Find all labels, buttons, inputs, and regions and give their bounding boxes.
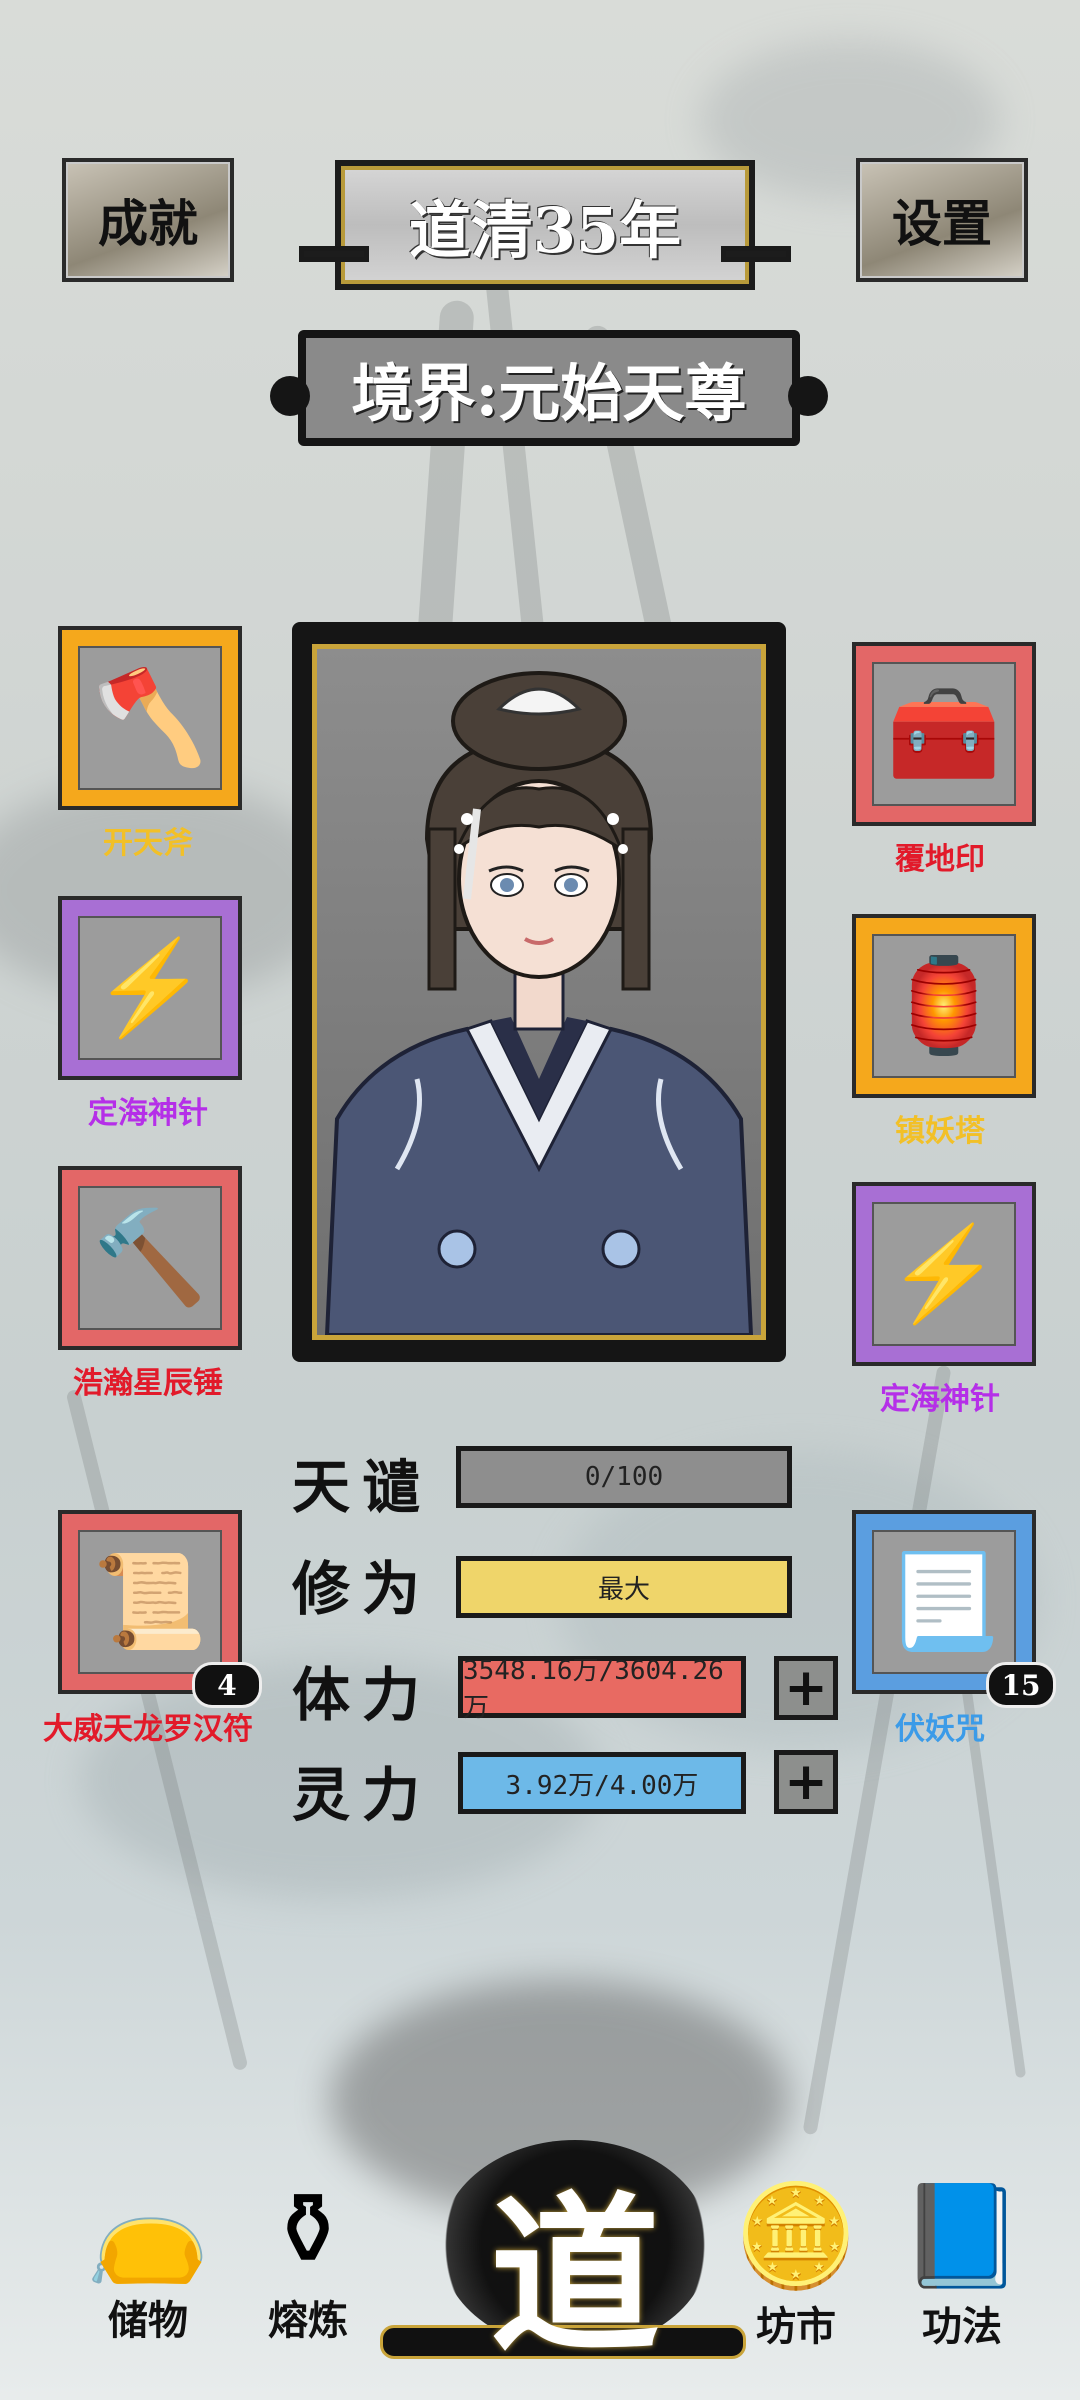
coins-icon: 🪙 bbox=[733, 2177, 859, 2294]
achievements-label: 成就 bbox=[98, 194, 198, 253]
nav-skills-label: 功法 bbox=[922, 2303, 1002, 2350]
lightning-spear-icon: ⚡ bbox=[886, 1220, 1002, 1327]
lingli-bar: 3.92万/4.00万 bbox=[458, 1752, 746, 1814]
xiuwei-value: 最大 bbox=[597, 1574, 650, 1605]
equip-slot-right-2[interactable]: 🏮 bbox=[852, 914, 1036, 1098]
settings-button[interactable]: 设置 bbox=[856, 158, 1028, 282]
equip-label-right-1: 覆地印 bbox=[895, 842, 985, 877]
achievements-button[interactable]: 成就 bbox=[62, 158, 234, 282]
equip-label-right-2: 镇妖塔 bbox=[895, 1114, 985, 1149]
lightning-spear-icon: ⚡ bbox=[92, 934, 208, 1041]
lingli-value: 3.92万/4.00万 bbox=[505, 1770, 699, 1801]
equip-slot-left-3[interactable]: 🔨 bbox=[58, 1166, 242, 1350]
dao-label: 道 bbox=[489, 2176, 660, 2376]
realm-plaque: 境界:元始天尊 bbox=[270, 330, 828, 446]
equip-slot-right-3[interactable]: ⚡ bbox=[852, 1182, 1036, 1366]
equip-slot-right-4[interactable]: 📃 15 bbox=[852, 1510, 1056, 1708]
lingli-plus-button[interactable]: + bbox=[774, 1750, 838, 1814]
tili-bar: 3548.16万/3604.26万 bbox=[458, 1656, 746, 1723]
tianqian-value: 0/100 bbox=[584, 1462, 664, 1492]
nav-market-label: 坊市 bbox=[756, 2303, 836, 2350]
equip-slot-left-2[interactable]: ⚡ bbox=[58, 896, 242, 1080]
xiuwei-bar: 最大 bbox=[456, 1556, 792, 1618]
year-plaque: 道清35年 bbox=[299, 160, 791, 290]
pagoda-lantern-icon: 🏮 bbox=[886, 952, 1002, 1059]
equip-slot-left-4[interactable]: 📜 4 bbox=[58, 1510, 262, 1708]
hammer-icon: 🔨 bbox=[92, 1204, 208, 1311]
talisman-scroll-icon: 📜 bbox=[92, 1548, 208, 1655]
realm-cap-right bbox=[788, 376, 828, 416]
year-title: 道清35年 bbox=[408, 194, 682, 267]
tianqian-bar: 0/100 bbox=[456, 1446, 792, 1508]
bag-icon: 👝 bbox=[85, 2171, 211, 2288]
settings-label: 设置 bbox=[892, 194, 992, 253]
stat-label-lingli: 灵力 bbox=[292, 1761, 433, 1829]
equip-slot-right-1[interactable]: 🧰 bbox=[852, 642, 1036, 826]
treasure-seal-icon: 🧰 bbox=[886, 680, 1002, 787]
equip-label-left-1: 开天斧 bbox=[103, 826, 193, 861]
equip-label-right-4: 伏妖咒 bbox=[895, 1712, 985, 1747]
cauldron-icon: ⚱ bbox=[266, 2171, 350, 2288]
battle-axe-icon: 🪓 bbox=[92, 664, 208, 771]
talisman-paper-icon: 📃 bbox=[886, 1548, 1002, 1655]
nav-refine-label: 熔炼 bbox=[268, 2297, 348, 2344]
tili-plus-button[interactable]: + bbox=[774, 1656, 838, 1720]
character-portrait[interactable] bbox=[292, 622, 786, 1362]
book-icon: 📘 bbox=[899, 2177, 1025, 2294]
stat-label-xiuwei: 修为 bbox=[292, 1555, 433, 1623]
nav-dao-button[interactable]: 道 bbox=[380, 2120, 746, 2376]
equip-label-left-3: 浩瀚星辰锤 bbox=[73, 1366, 223, 1401]
item-count-badge: 4 bbox=[192, 1662, 262, 1708]
portrait-frame bbox=[312, 644, 766, 1340]
stat-label-tianqian: 天谴 bbox=[292, 1453, 433, 1521]
nav-storage[interactable]: 👝 储物 bbox=[78, 2180, 218, 2346]
nav-storage-label: 储物 bbox=[108, 2297, 188, 2344]
plaque-ornament-right bbox=[721, 246, 791, 262]
equip-label-left-4: 大威天龙罗汉符 bbox=[43, 1712, 253, 1747]
stat-label-tili: 体力 bbox=[292, 1661, 433, 1729]
item-count-badge: 15 bbox=[986, 1662, 1056, 1708]
character-figure bbox=[324, 671, 754, 1335]
equip-slot-left-1[interactable]: 🪓 bbox=[58, 626, 242, 810]
equip-label-right-3: 定海神针 bbox=[880, 1382, 1000, 1417]
plaque-ornament-left bbox=[299, 246, 369, 262]
tili-value: 3548.16万/3604.26万 bbox=[463, 1656, 724, 1723]
realm-title: 境界:元始天尊 bbox=[351, 357, 747, 430]
nav-skills[interactable]: 📘 功法 bbox=[892, 2186, 1032, 2352]
nav-market[interactable]: 🪙 坊市 bbox=[726, 2186, 866, 2352]
equip-label-left-2: 定海神针 bbox=[88, 1096, 208, 1131]
nav-refine[interactable]: ⚱ 熔炼 bbox=[238, 2180, 378, 2346]
realm-cap-left bbox=[270, 376, 310, 416]
